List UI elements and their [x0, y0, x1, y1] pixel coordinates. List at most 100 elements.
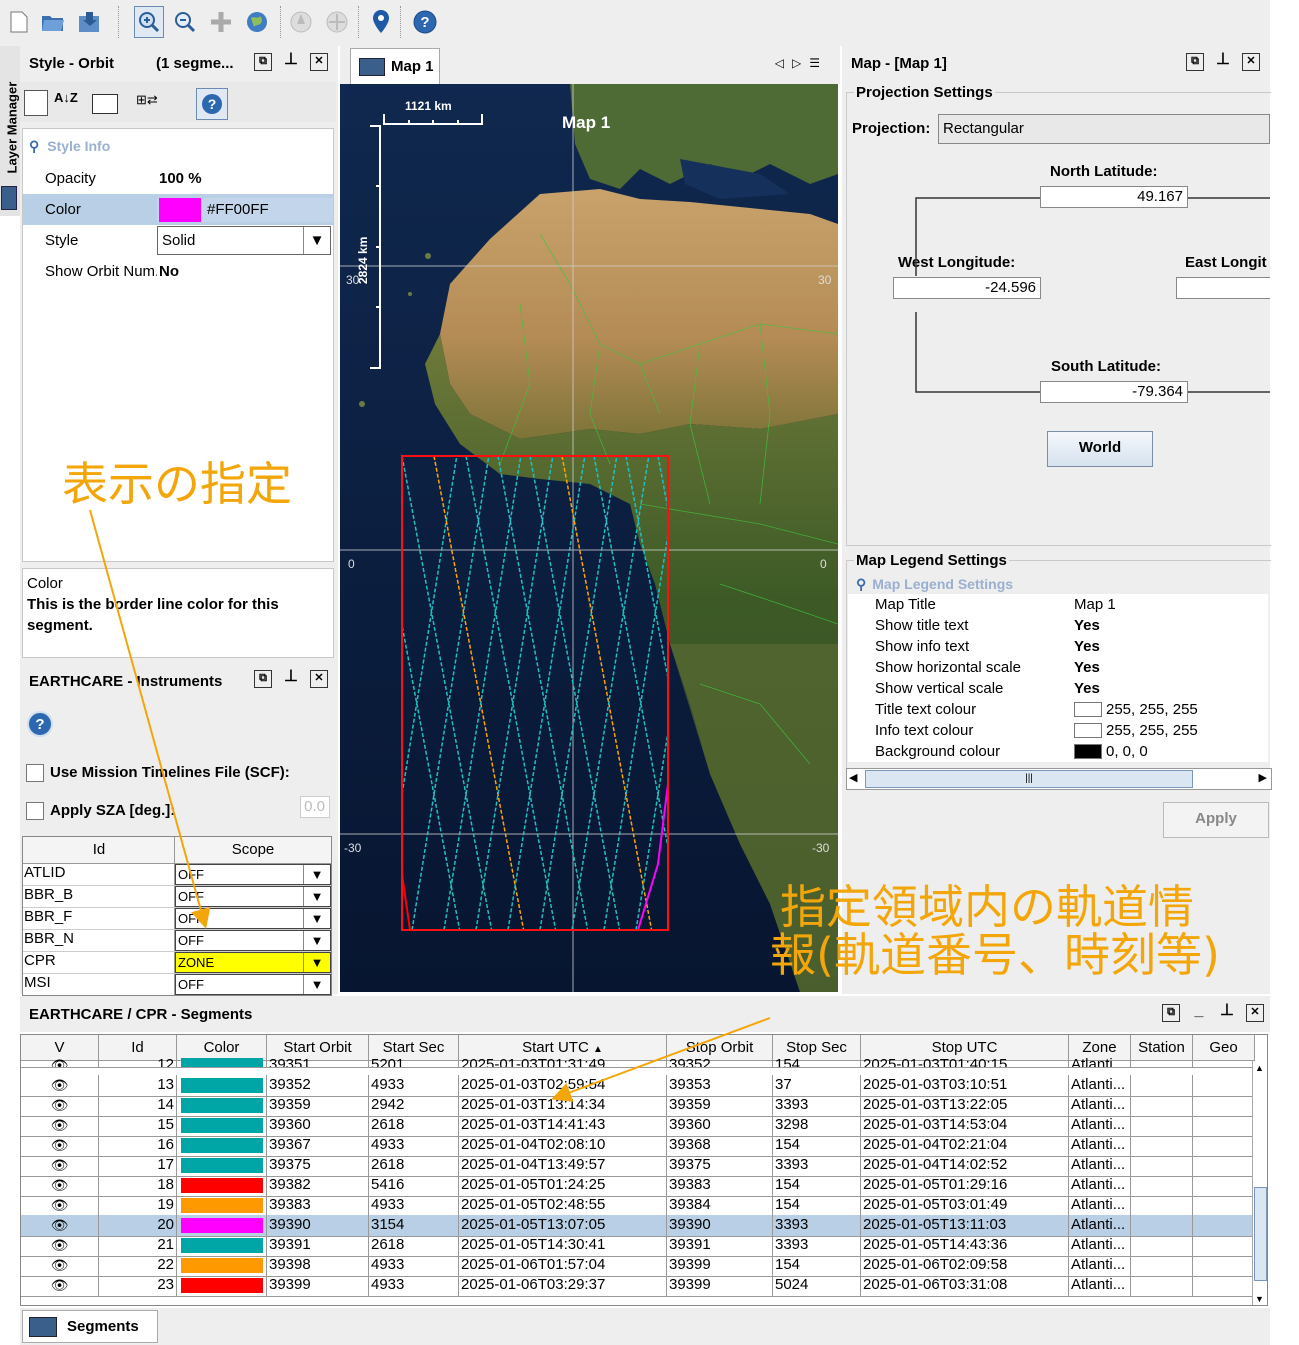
layer-manager-side-tab[interactable]: Layer Manager	[0, 46, 20, 216]
segment-color-cell[interactable]	[177, 1135, 267, 1156]
segment-row[interactable]: 👁 12 39351 5201 2025-01-03T01:31:49 39352 154 2…	[21, 1055, 1253, 1068]
segment-row[interactable]: 👁 14 39359 2942 2025-01-03T13:14:34 39359 3393…	[21, 1095, 1255, 1117]
color-swatch[interactable]	[1074, 744, 1102, 759]
float-window-icon[interactable]: ⧉	[1186, 53, 1204, 71]
prop-value[interactable]: No	[157, 263, 333, 280]
checkbox-icon[interactable]	[26, 764, 44, 783]
float-window-icon[interactable]: ⧉	[254, 670, 272, 688]
legend-prop-value[interactable]: Yes	[1074, 680, 1100, 697]
tab-segments[interactable]: Segments	[22, 1310, 158, 1343]
segment-row[interactable]: 👁 13 39352 4933 2025-01-03T02:59:54 39353 37 20…	[21, 1075, 1255, 1097]
instrument-row[interactable]: BBR_B OFF ▼	[23, 886, 331, 908]
tab-map-1[interactable]: Map 1	[350, 48, 440, 84]
segment-color-swatch[interactable]	[181, 1078, 263, 1093]
close-window-icon[interactable]: ✕	[310, 670, 328, 688]
segment-color-swatch[interactable]	[181, 1138, 263, 1153]
zoom-out-icon[interactable]	[170, 6, 200, 38]
segment-color-swatch[interactable]	[181, 1098, 263, 1113]
float-window-icon[interactable]: ⧉	[1162, 1004, 1180, 1022]
legend-prop-value[interactable]: Yes	[1074, 617, 1100, 634]
segment-color-swatch[interactable]	[181, 1218, 263, 1233]
segment-row[interactable]: 👁 21 39391 2618 2025-01-05T14:30:41 39391 3393…	[21, 1235, 1255, 1257]
scope-select[interactable]: OFF ▼	[175, 886, 331, 907]
legend-row[interactable]: Info text colour 255, 255, 255	[848, 720, 1268, 741]
segment-color-cell[interactable]	[177, 1075, 267, 1096]
pin-icon[interactable]: ⊥	[1214, 52, 1232, 71]
segment-color-swatch[interactable]	[181, 1058, 263, 1067]
color-swatch[interactable]	[1074, 723, 1102, 738]
help-icon[interactable]: ?	[410, 6, 440, 38]
style-info-section[interactable]: ⚲ Style Info	[23, 135, 110, 157]
globe-icon[interactable]	[242, 6, 272, 38]
instrument-row[interactable]: ATLID OFF ▼	[23, 864, 331, 886]
visibility-eye-icon[interactable]: 👁	[21, 1275, 99, 1296]
instruments-help-icon[interactable]: ?	[26, 710, 54, 741]
segment-color-cell[interactable]	[177, 1195, 267, 1216]
visibility-eye-icon[interactable]: 👁	[21, 1175, 99, 1196]
apply-sza-checkbox[interactable]: Apply SZA [deg.]:	[26, 802, 175, 821]
chevron-down-icon[interactable]: ▼	[303, 909, 330, 928]
segment-row[interactable]: 👁 23 39399 4933 2025-01-06T03:29:37 39399 5024…	[21, 1275, 1255, 1297]
scope-select[interactable]: OFF ▼	[175, 974, 331, 995]
segment-color-cell[interactable]	[177, 1055, 267, 1067]
float-window-icon[interactable]: ⧉	[254, 53, 272, 71]
prop-row-style[interactable]: Style Solid ▼	[23, 225, 333, 256]
segment-row[interactable]: 👁 22 39398 4933 2025-01-06T01:57:04 39399 154 2…	[21, 1255, 1255, 1277]
close-window-icon[interactable]: ✕	[310, 53, 328, 71]
projection-select[interactable]: Rectangular	[938, 114, 1270, 144]
scroll-thumb[interactable]	[1254, 1187, 1267, 1281]
legend-prop-value[interactable]: 0, 0, 0	[1106, 743, 1148, 760]
instrument-row[interactable]: BBR_F OFF ▼	[23, 908, 331, 930]
legend-prop-value[interactable]: Map 1	[1074, 596, 1116, 613]
visibility-eye-icon[interactable]: 👁	[21, 1115, 99, 1136]
visibility-eye-icon[interactable]: 👁	[21, 1135, 99, 1156]
segment-color-cell[interactable]	[177, 1115, 267, 1136]
segment-color-swatch[interactable]	[181, 1238, 263, 1253]
prop-row-show-orbit[interactable]: Show Orbit Num... No	[23, 256, 333, 287]
legend-row[interactable]: Background colour 0, 0, 0	[848, 741, 1268, 762]
segment-row[interactable]: 👁 19 39383 4933 2025-01-05T02:48:55 39384 154 2…	[21, 1195, 1255, 1217]
chevron-down-icon[interactable]: ▼	[303, 953, 330, 972]
visibility-eye-icon[interactable]: 👁	[21, 1095, 99, 1116]
visibility-eye-icon[interactable]: 👁	[21, 1255, 99, 1276]
tab-scroll-arrows-icon[interactable]: ◁▷☰	[775, 56, 828, 70]
open-folder-icon[interactable]	[38, 6, 68, 38]
legend-row[interactable]: Show title text Yes	[848, 615, 1268, 636]
segment-color-cell[interactable]	[177, 1255, 267, 1276]
pin-icon[interactable]: ⊥	[1218, 1003, 1236, 1022]
segment-color-cell[interactable]	[177, 1175, 267, 1196]
color-swatch[interactable]	[1074, 702, 1102, 717]
legend-prop-value[interactable]: Yes	[1074, 659, 1100, 676]
segment-row[interactable]: 👁 15 39360 2618 2025-01-03T14:41:43 39360 3298…	[21, 1115, 1255, 1137]
legend-prop-value[interactable]: 255, 255, 255	[1106, 722, 1198, 739]
prop-row-color[interactable]: Color #FF00FF	[23, 194, 333, 225]
north-arrow-icon[interactable]	[286, 6, 316, 38]
visibility-eye-icon[interactable]: 👁	[21, 1215, 99, 1236]
segment-row[interactable]: 👁 17 39375 2618 2025-01-04T13:49:57 39375 3393…	[21, 1155, 1255, 1177]
legend-row[interactable]: Title text colour 255, 255, 255	[848, 699, 1268, 720]
segment-row[interactable]: 👁 20 39390 3154 2025-01-05T13:07:05 39390 3393…	[21, 1215, 1255, 1237]
scope-select[interactable]: OFF ▼	[175, 930, 331, 951]
segment-color-cell[interactable]	[177, 1235, 267, 1256]
instrument-row[interactable]: CPR ZONE ▼	[23, 952, 331, 974]
legend-row[interactable]: Show info text Yes	[848, 636, 1268, 657]
segment-color-swatch[interactable]	[181, 1158, 263, 1173]
zoom-in-icon[interactable]	[134, 6, 164, 38]
scope-select[interactable]: ZONE ▼	[175, 952, 331, 973]
segment-color-swatch[interactable]	[181, 1178, 263, 1193]
segment-row[interactable]: 👁 18 39382 5416 2025-01-05T01:24:25 39383 154 2…	[21, 1175, 1255, 1197]
segment-color-cell[interactable]	[177, 1095, 267, 1116]
scroll-up-icon[interactable]: ▲	[1255, 1063, 1264, 1073]
segment-row[interactable]: 👁 16 39367 4933 2025-01-04T02:08:10 39368 154 2…	[21, 1135, 1255, 1157]
segments-vertical-scrollbar[interactable]: ▲ ▼	[1252, 1061, 1267, 1305]
segment-color-cell[interactable]	[177, 1275, 267, 1296]
legend-section[interactable]: ⚲ Map Legend Settings	[856, 576, 1013, 593]
legend-horizontal-scrollbar[interactable]: ◀ ||| ▶	[846, 768, 1272, 790]
visibility-eye-icon[interactable]: 👁	[21, 1055, 99, 1067]
instrument-row[interactable]: BBR_N OFF ▼	[23, 930, 331, 952]
location-pin-icon[interactable]	[366, 6, 396, 38]
sort-ascending-icon[interactable]: ▲	[593, 1044, 603, 1055]
map-canvas[interactable]: 30 30 0 0 -30 -30 1121 km 2824 km Map 1	[340, 84, 838, 992]
chevron-down-icon[interactable]: ▼	[303, 931, 330, 950]
visibility-eye-icon[interactable]: 👁	[21, 1075, 99, 1096]
